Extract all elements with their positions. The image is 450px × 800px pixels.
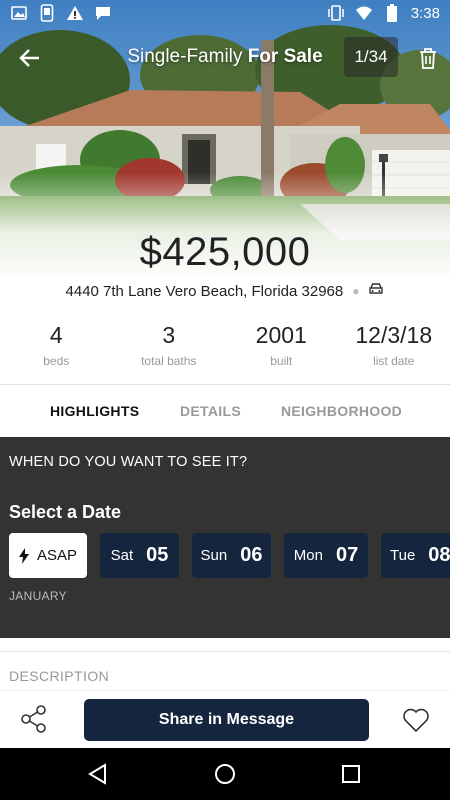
detail-tabs: HIGHLIGHTS DETAILS NEIGHBORHOOD [0,386,450,436]
top-toolbar: Single-Family For Sale 1/34 [0,34,450,80]
wifi-icon [355,4,373,22]
stat-value: 2001 [255,322,307,348]
chat-bubble-icon [94,4,112,22]
tab-details[interactable]: DETAILS [180,403,241,419]
stat-label: built [270,354,293,368]
stat-value: 3 [162,322,176,348]
share-in-message-button[interactable]: Share in Message [84,699,369,741]
stat-label: total baths [141,354,197,368]
listing-address[interactable]: 4440 7th Lane Vero Beach, Florida 32968 [66,283,344,300]
stat-beds: 4 beds [0,322,113,374]
divider [0,384,450,385]
vibrate-icon [327,4,345,22]
date-chip-asap[interactable]: ASAP [9,533,87,578]
nav-back-button[interactable] [84,760,112,788]
date-dow: Sun [200,547,228,564]
system-nav-bar [0,748,450,800]
date-day: 06 [240,544,263,566]
photo-counter: 1/34 [344,37,398,77]
nav-home-button[interactable] [211,760,239,788]
bottom-action-bar: Share in Message [0,690,450,748]
image-icon [10,4,28,22]
date-day: 08 [428,544,450,566]
schedule-tour-panel: WHEN DO YOU WANT TO SEE IT? Select a Dat… [0,437,450,638]
circle-home-icon [215,764,235,784]
stat-label: beds [43,354,70,368]
car-icon[interactable] [368,282,384,300]
stat-list-date: 12/3/18 list date [338,322,450,374]
date-day: 05 [146,544,169,566]
date-chip-tue[interactable]: Tue 08 [381,533,450,578]
delete-button[interactable] [412,42,444,74]
stat-baths: 3 total baths [113,322,226,374]
listing-price: $425,000 [139,230,311,274]
tab-highlights[interactable]: HIGHLIGHTS [50,403,139,419]
battery-icon [383,4,401,22]
dot-separator: ● [352,284,360,298]
date-chip-sat[interactable]: Sat 05 [100,533,179,578]
select-date-heading: Select a Date [9,502,122,522]
lightning-icon [18,547,29,564]
date-chip-mon[interactable]: Mon 07 [284,533,368,578]
share-button[interactable] [18,703,50,735]
tab-neighborhood[interactable]: NEIGHBORHOOD [281,403,402,419]
share-icon [21,705,46,733]
month-label: JANUARY [9,589,67,603]
stat-label: list date [373,354,415,368]
status-bar: 3:38 [0,0,450,26]
description-heading: DESCRIPTION [9,668,110,684]
favorite-button[interactable] [400,704,432,736]
date-dow: Sat [110,547,134,564]
stat-built: 2001 built [225,322,338,374]
trash-icon [420,48,436,69]
date-dow: Mon [293,547,323,564]
address-row: 4440 7th Lane Vero Beach, Florida 32968 … [0,282,450,300]
property-type: Single-Family [127,46,243,67]
divider [0,651,450,652]
nav-recents-button[interactable] [337,760,365,788]
asap-label: ASAP [36,547,78,564]
warning-icon [66,4,84,22]
status-time: 3:38 [410,4,440,22]
schedule-question: WHEN DO YOU WANT TO SEE IT? [9,454,248,470]
date-dow: Tue [390,547,416,564]
stat-value: 4 [49,322,63,348]
stat-value: 12/3/18 [355,322,433,348]
heart-icon [403,708,429,733]
listing-stats: 4 beds 3 total baths 2001 built 12/3/18 … [0,322,450,374]
phone-notification-icon [38,4,56,22]
date-chip-sun[interactable]: Sun 06 [192,533,271,578]
date-day: 07 [335,544,359,566]
square-recents-icon [342,765,360,783]
triangle-back-icon [88,763,106,785]
listing-status: For Sale [247,46,323,67]
